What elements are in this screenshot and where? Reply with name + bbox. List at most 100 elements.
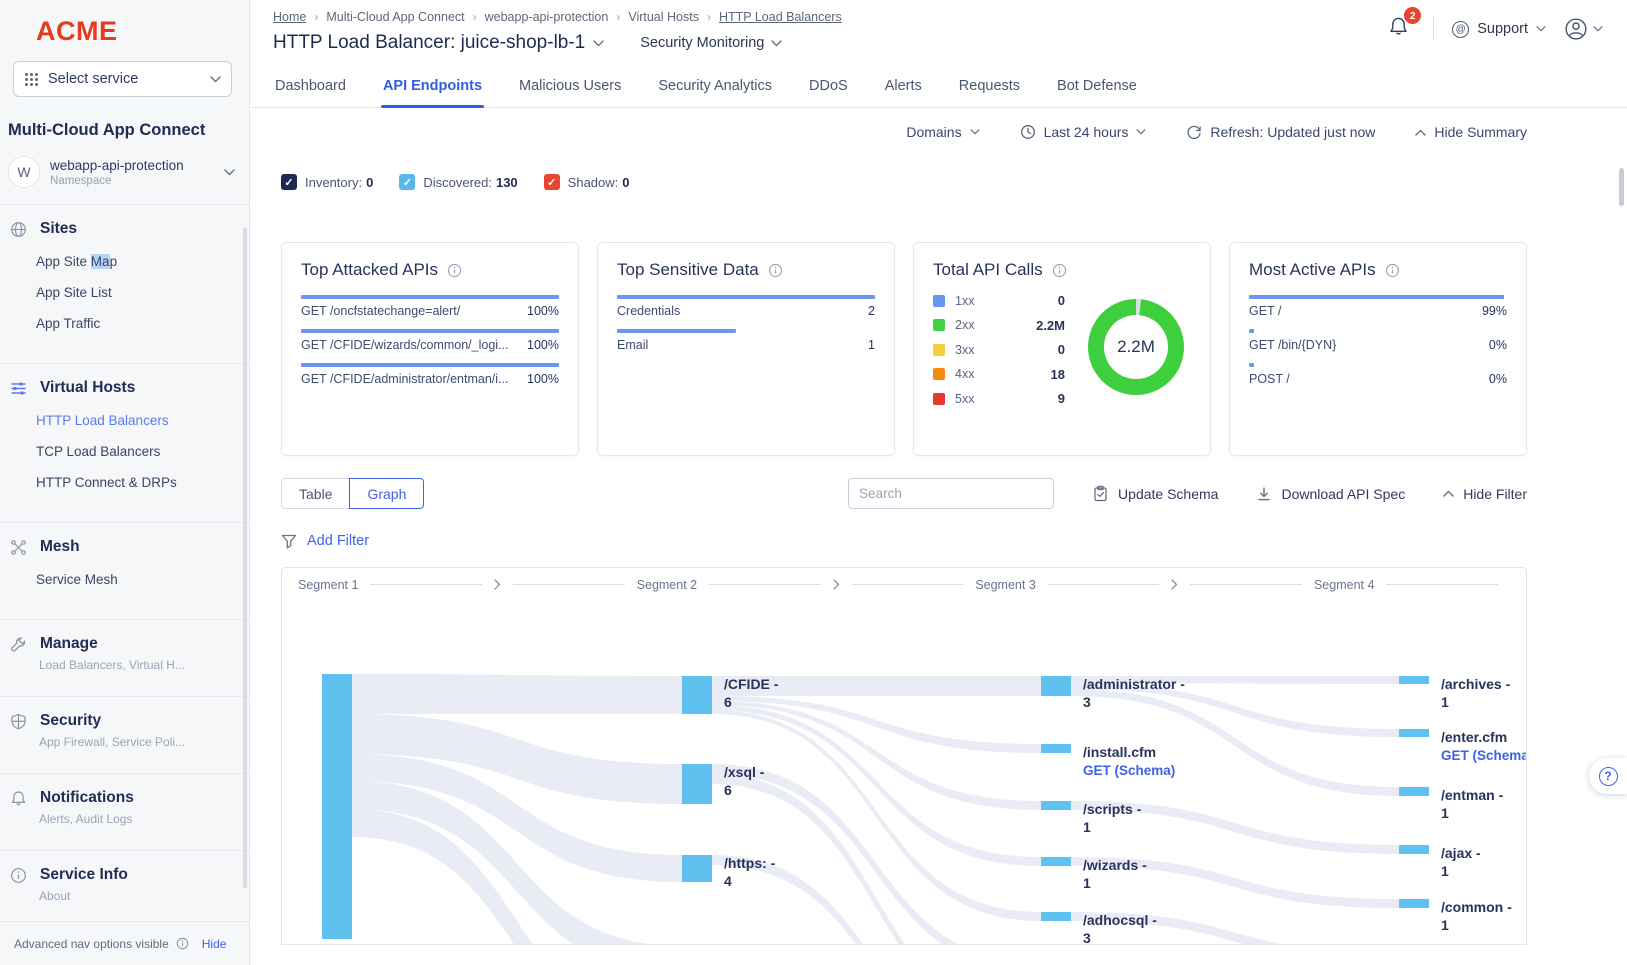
sankey-node-schema-link[interactable]: GET (Schema) xyxy=(1083,763,1175,778)
namespace-type: Namespace xyxy=(50,175,184,187)
sidebar-item-service-mesh[interactable]: Service Mesh xyxy=(0,564,249,595)
sankey-node[interactable] xyxy=(1399,787,1429,796)
tab-api-endpoints[interactable]: API Endpoints xyxy=(381,68,484,107)
sankey-node[interactable] xyxy=(1399,845,1429,854)
sidebar-item-manage[interactable]: Manage Load Balancers, Virtual H... xyxy=(0,619,249,684)
sankey-node[interactable] xyxy=(1399,676,1429,684)
select-service-dropdown[interactable]: Select service xyxy=(13,61,232,97)
breadcrumb-item[interactable]: Home xyxy=(273,10,306,24)
breadcrumb-item[interactable]: webapp-api-protection xyxy=(485,10,609,24)
api-row[interactable]: Email1 xyxy=(617,329,875,352)
sidebar-item-app-site-map[interactable]: App Site Map xyxy=(0,246,249,277)
api-row[interactable]: GET /CFIDE/administrator/entman/i...100% xyxy=(301,363,559,386)
api-row[interactable]: GET /CFIDE/wizards/common/_logi...100% xyxy=(301,329,559,352)
hide-summary-button[interactable]: Hide Summary xyxy=(1415,124,1527,140)
card-total-api-calls: Total API Calls 1xx02xx2.2M3xx04xx185xx9… xyxy=(913,242,1211,456)
sankey-node[interactable] xyxy=(1399,899,1429,908)
api-row-label: GET /oncfstatechange=alert/ xyxy=(301,304,460,318)
info-icon[interactable] xyxy=(1385,263,1400,278)
breadcrumb-item[interactable]: HTTP Load Balancers xyxy=(719,10,842,24)
chevron-right-icon xyxy=(494,579,501,590)
user-menu[interactable] xyxy=(1564,17,1603,41)
tab-bot-defense[interactable]: Bot Defense xyxy=(1055,68,1139,107)
sankey-node-schema-link[interactable]: GET (Schema) xyxy=(1441,748,1526,763)
sankey-node[interactable] xyxy=(322,674,352,939)
info-icon[interactable] xyxy=(447,263,462,278)
sankey-node[interactable] xyxy=(1399,729,1429,737)
breadcrumb-item[interactable]: Virtual Hosts xyxy=(628,10,699,24)
tab-dashboard[interactable]: Dashboard xyxy=(273,68,348,107)
sidebar-item-notifications[interactable]: Notifications Alerts, Audit Logs xyxy=(0,773,249,838)
sidebar-item-security[interactable]: Security App Firewall, Service Poli... xyxy=(0,696,249,761)
sidebar-item-service-info[interactable]: Service Info About xyxy=(0,850,249,915)
breadcrumb-separator: › xyxy=(473,10,477,24)
checkbox-checked-icon: ✓ xyxy=(281,174,297,190)
api-row[interactable]: Credentials2 xyxy=(617,295,875,318)
info-icon[interactable] xyxy=(1052,263,1067,278)
search-input[interactable] xyxy=(848,478,1054,509)
chevron-down-icon[interactable] xyxy=(593,40,604,47)
sidebar-item-app-traffic[interactable]: App Traffic xyxy=(0,308,249,339)
legend-swatch xyxy=(933,393,945,405)
breadcrumb-separator: › xyxy=(314,10,318,24)
tab-requests[interactable]: Requests xyxy=(957,68,1022,107)
update-schema-button[interactable]: Update Schema xyxy=(1092,485,1218,502)
toggle-inventory[interactable]: ✓Inventory:0 xyxy=(281,174,373,190)
breadcrumb-item[interactable]: Multi-Cloud App Connect xyxy=(326,10,464,24)
hide-filter-button[interactable]: Hide Filter xyxy=(1443,486,1527,502)
download-icon xyxy=(1256,486,1272,502)
page-scrollbar[interactable] xyxy=(1619,168,1624,206)
notifications-bell-button[interactable]: 2 xyxy=(1382,12,1415,46)
add-filter-button[interactable]: Add Filter xyxy=(281,533,1527,549)
download-api-spec-button[interactable]: Download API Spec xyxy=(1256,486,1405,502)
graph-view-button[interactable]: Graph xyxy=(349,478,424,509)
wrench-icon xyxy=(10,636,27,653)
sankey-node[interactable] xyxy=(1041,857,1071,866)
sankey-diagram: /CFIDE -6/xsql -6/https: -4/administrato… xyxy=(282,601,1526,945)
sankey-node[interactable] xyxy=(682,764,712,804)
sankey-node[interactable] xyxy=(682,855,712,882)
progress-bar xyxy=(301,329,559,333)
tab-ddos[interactable]: DDoS xyxy=(807,68,850,107)
api-row[interactable]: GET /oncfstatechange=alert/100% xyxy=(301,295,559,318)
table-view-button[interactable]: Table xyxy=(281,478,349,509)
api-row[interactable]: GET /bin/{DYN}0% xyxy=(1249,329,1507,352)
sankey-node[interactable] xyxy=(1041,676,1071,696)
security-monitoring-menu[interactable]: Security Monitoring xyxy=(640,35,782,51)
tab-malicious-users[interactable]: Malicious Users xyxy=(517,68,623,107)
time-range-dropdown[interactable]: Last 24 hours xyxy=(1020,124,1147,140)
sankey-node[interactable] xyxy=(1041,744,1071,753)
support-menu[interactable]: @ Support xyxy=(1452,21,1546,38)
refresh-button[interactable]: Refresh: Updated just now xyxy=(1186,124,1375,140)
legend-swatch xyxy=(933,368,945,380)
toggle-shadow[interactable]: ✓Shadow:0 xyxy=(544,174,630,190)
tab-security-analytics[interactable]: Security Analytics xyxy=(656,68,774,107)
legend-row: 4xx18 xyxy=(933,367,1065,382)
segment-label: Segment 4 xyxy=(1314,578,1374,592)
api-row[interactable]: GET /99% xyxy=(1249,295,1507,318)
info-icon xyxy=(10,867,27,884)
domains-dropdown[interactable]: Domains xyxy=(906,124,979,140)
tab-alerts[interactable]: Alerts xyxy=(883,68,924,107)
api-row[interactable]: POST /0% xyxy=(1249,363,1507,386)
sankey-node[interactable] xyxy=(682,676,712,714)
info-icon[interactable] xyxy=(768,263,783,278)
api-row-label: POST / xyxy=(1249,372,1290,386)
sankey-link xyxy=(352,674,682,714)
sankey-node[interactable] xyxy=(1041,912,1071,921)
refresh-icon xyxy=(1186,124,1202,140)
namespace-selector[interactable]: W webapp-api-protection Namespace xyxy=(8,156,249,188)
sidebar-item-http-load-balancers[interactable]: HTTP Load Balancers xyxy=(0,405,249,436)
sidebar-item-tcp-load-balancers[interactable]: TCP Load Balancers xyxy=(0,436,249,467)
api-row-value: 1 xyxy=(868,338,875,352)
sankey-node-value: 3 xyxy=(1083,694,1091,710)
sankey-node[interactable] xyxy=(1041,801,1071,810)
sidebar-item-http-connect-drps[interactable]: HTTP Connect & DRPs xyxy=(0,467,249,498)
progress-bar xyxy=(1249,295,1504,299)
sidebar-scrollbar[interactable] xyxy=(243,228,247,888)
hide-advanced-nav-link[interactable]: Hide xyxy=(202,937,227,951)
help-button[interactable]: ? xyxy=(1589,758,1627,794)
card-title: Top Attacked APIs xyxy=(301,260,438,280)
toggle-discovered[interactable]: ✓Discovered:130 xyxy=(399,174,517,190)
sidebar-item-app-site-list[interactable]: App Site List xyxy=(0,277,249,308)
